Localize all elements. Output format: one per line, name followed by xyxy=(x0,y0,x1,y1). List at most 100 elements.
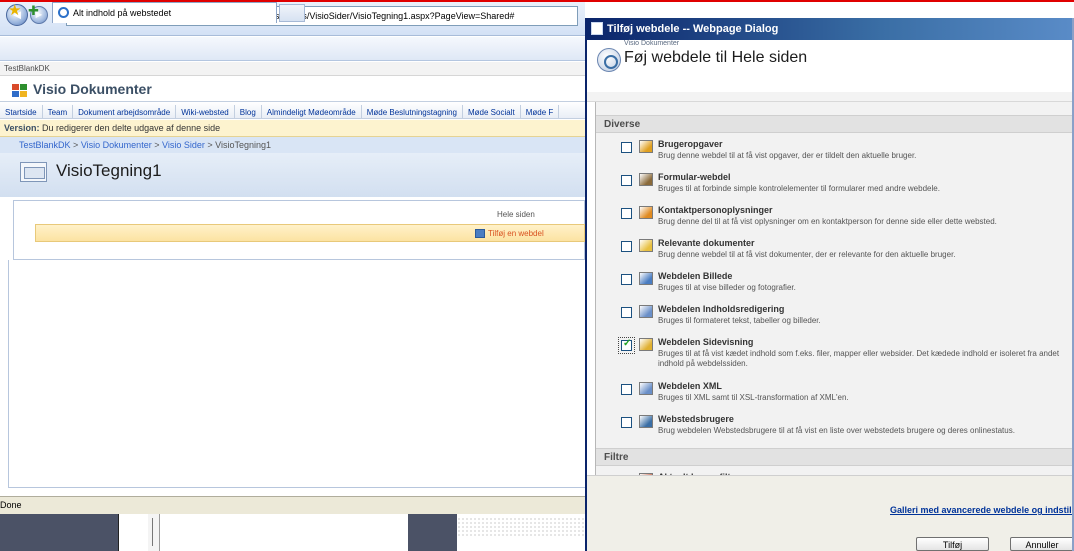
webpart-title: Kontaktpersonoplysninger xyxy=(658,205,773,215)
dialog-titlebar[interactable]: Tilføj webdele -- Webpage Dialog xyxy=(587,18,1074,40)
webpart-icon xyxy=(639,140,653,153)
webpart-description: Bruges til at forbinde simple kontrolele… xyxy=(658,184,940,193)
top-navigation: Startside Team Dokument arbejdsområde Wiki-… xyxy=(0,101,585,119)
webpart-title: Formular-webdel xyxy=(658,172,731,182)
sp-top-label[interactable]: TestBlankDK xyxy=(0,62,585,76)
webpart-title: Webdelen Sidevisning xyxy=(658,337,754,347)
webpart-icon xyxy=(639,415,653,428)
nav-item[interactable]: Blog xyxy=(235,105,262,118)
dialog-title: Tilføj webdele -- Webpage Dialog xyxy=(607,23,779,35)
vertical-ruler xyxy=(148,514,160,551)
webpart-list[interactable]: Diverse Brugeropgaver Brug denne webdel ti… xyxy=(595,102,1074,475)
red-border xyxy=(0,0,1074,2)
dialog-subtitle: Visio Dokumenter xyxy=(624,40,680,47)
webpart-checkbox[interactable] xyxy=(621,307,632,318)
webpart-description: Bruges til formateret tekst, tabeller og… xyxy=(658,316,821,325)
breadcrumb-separator: > xyxy=(154,140,160,150)
nav-item[interactable]: Møde Socialt xyxy=(463,105,521,118)
webpart-item[interactable]: Kontaktpersonoplysninger Brug denne del t… xyxy=(596,204,1074,237)
webpart-checkbox[interactable] xyxy=(621,241,632,252)
browser-tab-label: Alt indhold på webstedet xyxy=(73,8,172,18)
breadcrumb-item-docs[interactable]: Visio Dokumenter xyxy=(81,140,152,150)
nav-item[interactable]: Almindeligt Mødeområde xyxy=(262,105,362,118)
webpart-checkbox[interactable] xyxy=(621,384,632,395)
webpart-title: Webstedsbrugere xyxy=(658,414,734,424)
webpart-checkbox[interactable] xyxy=(621,417,632,428)
webpart-description: Brug webdelen Webstedsbrugere til at få … xyxy=(658,426,1015,435)
webpart-checkbox[interactable] xyxy=(621,274,632,285)
webpart-title: Brugeropgaver xyxy=(658,139,723,149)
webpart-icon xyxy=(639,382,653,395)
screen: ◄ ► ▼ http://moss.kursuslokale.4d.dk/sit… xyxy=(0,0,1074,551)
page-body-frame xyxy=(8,260,585,488)
ie-page-icon xyxy=(58,7,69,18)
webpart-icon xyxy=(639,206,653,219)
webpart-icon xyxy=(639,272,653,285)
dialog-separator xyxy=(587,92,1074,102)
nav-item[interactable]: Wiki-websted xyxy=(176,105,235,118)
webpart-icon xyxy=(639,239,653,252)
advanced-gallery-link[interactable]: Galleri med avancerede webdele og indsti… xyxy=(890,505,1074,515)
webpart-item[interactable]: Brugeropgaver Brug denne webdel til at få… xyxy=(596,138,1074,171)
browser-tab[interactable]: Alt indhold på webstedet xyxy=(52,2,277,23)
favorites-star-icon[interactable]: ★ xyxy=(8,3,21,19)
webpart-item[interactable]: Webdelen Sidevisning Bruges til at få vis… xyxy=(596,336,1074,380)
webpart-item[interactable]: Webdelen Billede Bruges til at vise bille… xyxy=(596,270,1074,303)
webpart-title: Webdelen Billede xyxy=(658,271,733,281)
dialog-heading: Føj webdele til Hele siden xyxy=(624,49,808,66)
new-tab-button[interactable] xyxy=(279,4,305,22)
add-favorite-icon[interactable]: ✚ xyxy=(28,3,39,19)
nav-item[interactable]: Møde Beslutningstagning xyxy=(362,105,463,118)
nav-item[interactable]: Startside xyxy=(0,105,43,118)
page-title: VisioTegning1 xyxy=(56,161,162,180)
add-button[interactable]: Tilføj xyxy=(916,537,989,551)
visio-drawing-page xyxy=(118,514,408,551)
webpart-item[interactable]: Webdelen XML Bruges til XML samt til XSL-… xyxy=(596,380,1074,413)
status-text: Done xyxy=(0,500,22,510)
breadcrumb-item-site[interactable]: TestBlankDK xyxy=(19,140,71,150)
dialog-window-icon xyxy=(591,22,603,35)
site-logo-icon xyxy=(12,84,28,98)
breadcrumb-item-current: VisioTegning1 xyxy=(215,140,272,150)
webpart-item[interactable]: Webdelen Indholdsredigering Bruges til fo… xyxy=(596,303,1074,336)
nav-item[interactable]: Dokument arbejdsområde xyxy=(73,105,177,118)
breadcrumb-separator: > xyxy=(73,140,79,150)
browser-window: ◄ ► ▼ http://moss.kursuslokale.4d.dk/sit… xyxy=(0,0,585,551)
status-bar: Done xyxy=(0,496,585,514)
page-title-icon xyxy=(20,162,47,182)
webpart-description: Bruges til XML samt til XSL-transformati… xyxy=(658,393,849,402)
webpart-item[interactable]: Formular-webdel Bruges til at forbinde si… xyxy=(596,171,1074,204)
version-bar: Version: Du redigerer den delte udgave a… xyxy=(0,120,585,137)
site-name[interactable]: Visio Dokumenter xyxy=(33,81,152,97)
webpart-gallery-icon xyxy=(597,48,621,72)
zone-label: Hele siden xyxy=(497,210,535,219)
cancel-button[interactable]: Annuller xyxy=(1010,537,1074,551)
breadcrumb-separator: > xyxy=(207,140,213,150)
add-webpart-link[interactable]: Tilføj en webdel xyxy=(488,229,544,238)
favorites-bar xyxy=(0,37,585,61)
webpart-icon xyxy=(639,338,653,351)
nav-item[interactable]: Team xyxy=(43,105,74,118)
webpart-checkbox[interactable] xyxy=(621,175,632,186)
webpart-item[interactable]: Webstedsbrugere Brug webdelen Webstedsbru… xyxy=(596,413,1074,446)
add-webpart-icon[interactable] xyxy=(475,229,485,238)
webpart-title: Webdelen Indholdsredigering xyxy=(658,304,785,314)
category-header: Diverse xyxy=(596,115,1074,133)
breadcrumb-item-pages[interactable]: Visio Sider xyxy=(162,140,205,150)
webpart-checkbox[interactable] xyxy=(621,142,632,153)
webpart-icon xyxy=(639,173,653,186)
drawing-grid xyxy=(457,514,585,551)
webpart-checkbox[interactable] xyxy=(621,208,632,219)
webpart-description: Brug denne webdel til at få vist opgaver… xyxy=(658,151,917,160)
webpart-description: Brug denne del til at få vist oplysninge… xyxy=(658,217,997,226)
webpart-title: Webdelen XML xyxy=(658,381,722,391)
nav-item[interactable]: Møde F xyxy=(521,105,560,118)
webpart-description: Bruges til at få vist kædet indhold som … xyxy=(658,349,1060,368)
webpart-checkbox[interactable] xyxy=(621,338,632,351)
webpart-item[interactable]: Relevante dokumenter Brug denne webdel ti… xyxy=(596,237,1074,270)
add-webparts-dialog: Tilføj webdele -- Webpage Dialog Visio D… xyxy=(585,18,1074,551)
category-header: Filtre xyxy=(596,448,1074,466)
breadcrumb: TestBlankDK > Visio Dokumenter > Visio S… xyxy=(0,137,585,153)
version-text: Du redigerer den delte udgave af denne s… xyxy=(42,123,221,133)
webpart-description: Bruges til at vise billeder og fotografi… xyxy=(658,283,796,292)
